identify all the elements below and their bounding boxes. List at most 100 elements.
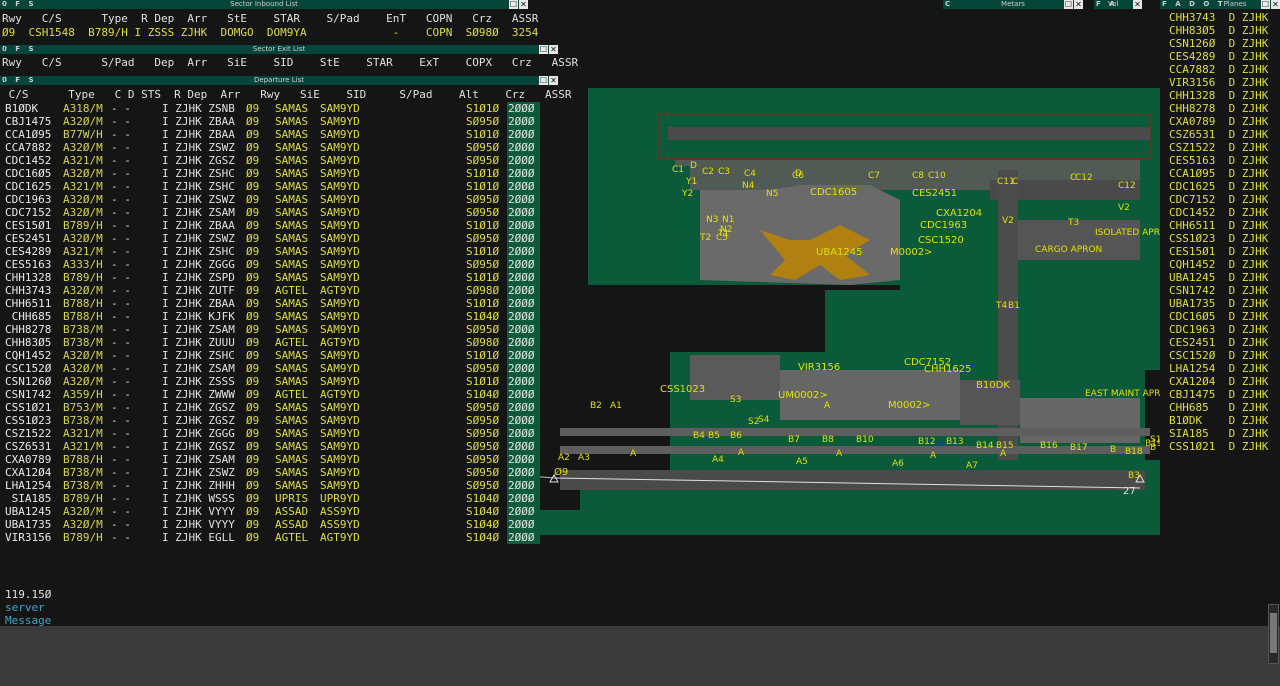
departure-row[interactable]: CSS1Ø23 B738/M - - I ZJHK ZGSZ Ø9 SAMAS SAM9YD… [0,414,540,427]
plane-item[interactable]: CES15Ø1 D ZJHK [1169,245,1268,258]
close-icon[interactable]: ✕ [519,0,528,9]
departure-row[interactable]: CSN1742 A359/H - - I ZJHK ZWWW Ø9 AGTEL AGT9YD… [0,388,540,401]
departure-row[interactable]: CHH1328 B789/H - - I ZJHK ZSPD Ø9 SAMAS SAM9YD… [0,271,540,284]
aircraft-tag[interactable]: CSC1520 [918,235,964,246]
message-input-area[interactable] [0,626,1280,686]
plane-item[interactable]: CSN126Ø D ZJHK [1169,37,1268,50]
departure-row[interactable]: CBJ1475 A32Ø/M - - I ZJHK ZBAA Ø9 SAMAS SAM9YD… [0,115,540,128]
plane-item[interactable]: CCA1Ø95 D ZJHK [1169,167,1268,180]
departure-row[interactable]: CHH83Ø5 B738/M - - I ZJHK ZUUU Ø9 AGTEL AGT9YD… [0,336,540,349]
plane-item[interactable]: B1ØDK D ZJHK [1169,414,1268,427]
departure-row[interactable]: B1ØDK A318/M - - I ZJHK ZSNB Ø9 SAMAS SAM9YD S1… [0,102,540,115]
plane-item[interactable]: CES2451 D ZJHK [1169,336,1268,349]
aircraft-tag[interactable]: VIR3156 [798,362,840,373]
expand-icon[interactable]: ☐ [539,45,548,54]
plane-item[interactable]: UBA1245 D ZJHK [1169,271,1268,284]
plane-item[interactable]: CSN1742 D ZJHK [1169,284,1268,297]
aircraft-tag[interactable]: CDC1605 [810,187,857,198]
plane-item[interactable]: SIA185 D ZJHK [1169,427,1268,440]
departure-row[interactable]: CDC16Ø5 A32Ø/M - - I ZJHK ZSHC Ø9 SAMAS SAM9YD… [0,167,540,180]
airport-map[interactable]: Ø9 27 CARGO APRON ISOLATED APRON EAST MA… [540,80,1160,540]
plane-item[interactable]: CDC16Ø5 D ZJHK [1169,310,1268,323]
plane-item[interactable]: LHA1254 D ZJHK [1169,362,1268,375]
aircraft-tag[interactable]: CXA1204 [936,208,982,219]
departure-row[interactable]: VIR3156 B789/H - - I ZJHK EGLL Ø9 AGTEL AGT9YD… [0,531,540,544]
departure-row[interactable]: CSZ1522 A321/M - - I ZJHK ZGGG Ø9 SAMAS SAM9YD… [0,427,540,440]
departure-list-titlebar[interactable]: 0 F S Departure List ☐ ✕ [0,76,558,85]
departure-row[interactable]: CXA0789 B788/H - - I ZJHK ZSAM Ø9 SAMAS SAM9YD… [0,453,540,466]
departure-row[interactable]: CCA1Ø95 B77W/H - - I ZJHK ZBAA Ø9 SAMAS SAM9YD… [0,128,540,141]
plane-item[interactable]: VIR3156 D ZJHK [1169,76,1268,89]
aircraft-tag[interactable]: M0002> [890,247,932,258]
plane-item[interactable]: UBA1735 D ZJHK [1169,297,1268,310]
departure-row[interactable]: CDC1625 A321/M - - I ZJHK ZSHC Ø9 SAMAS SAM9YD… [0,180,540,193]
plane-item[interactable]: CDC1452 D ZJHK [1169,206,1268,219]
departure-row[interactable]: CSN126Ø A32Ø/M - - I ZJHK ZSSS Ø9 SAMAS SAM9YD… [0,375,540,388]
departure-row[interactable]: CHH8278 B738/M - - I ZJHK ZSAM Ø9 SAMAS SAM9YD… [0,323,540,336]
departure-row[interactable]: CSZ6531 A321/M - - I ZJHK ZGSZ Ø9 SAMAS SAM9YD… [0,440,540,453]
expand-icon[interactable]: ☐ [509,0,518,9]
plane-item[interactable]: CSZ1522 D ZJHK [1169,141,1268,154]
inbound-list-titlebar[interactable]: 0 F S Sector Inbound List ☐ ✕ [0,0,528,9]
departure-row[interactable]: CES5163 A333/H - - I ZJHK ZGGG Ø9 SAMAS SAM9YD… [0,258,540,271]
plane-item[interactable]: CDC1963 D ZJHK [1169,323,1268,336]
plane-item[interactable]: CSZ6531 D ZJHK [1169,128,1268,141]
plane-item[interactable]: CCA7882 D ZJHK [1169,63,1268,76]
close-icon[interactable]: ✕ [1074,0,1083,9]
plane-item[interactable]: CHH685 D ZJHK [1169,401,1268,414]
expand-icon[interactable]: ☐ [1064,0,1073,9]
scrollbar[interactable] [1268,604,1279,664]
departure-row[interactable]: CES2451 A32Ø/M - - I ZJHK ZSWZ Ø9 SAMAS SAM9YD… [0,232,540,245]
departure-row[interactable]: LHA1254 B738/M - - I ZJHK ZHHH Ø9 SAMAS SAM9YD… [0,479,540,492]
departure-row[interactable]: CDC7152 A32Ø/M - - I ZJHK ZSAM Ø9 SAMAS SAM9YD… [0,206,540,219]
departure-row[interactable]: CHH6511 B788/H - - I ZJHK ZBAA Ø9 SAMAS SAM9YD… [0,297,540,310]
aircraft-tag[interactable]: UM0002> [778,390,828,401]
aircraft-tag[interactable]: CSS1023 [660,384,705,395]
plane-item[interactable]: CHH83Ø5 D ZJHK [1169,24,1268,37]
plane-item[interactable]: CES4289 D ZJHK [1169,50,1268,63]
departure-row[interactable]: CSC152Ø A32Ø/M - - I ZJHK ZSAM Ø9 SAMAS SAM9YD… [0,362,540,375]
plane-item[interactable]: CHH8278 D ZJHK [1169,102,1268,115]
departure-row[interactable]: CCA7882 A32Ø/M - - I ZJHK ZSWZ Ø9 SAMAS SAM9YD… [0,141,540,154]
aircraft-tag[interactable]: M0002> [888,400,930,411]
plane-item[interactable]: CHH6511 D ZJHK [1169,219,1268,232]
departure-row[interactable]: CHH685 B788/H - - I ZJHK KJFK Ø9 SAMAS SAM9YD S… [0,310,540,323]
plane-item[interactable]: CES5163 D ZJHK [1169,154,1268,167]
aircraft-tag[interactable]: UBA1245 [816,247,862,258]
exit-list-titlebar[interactable]: 0 F S Sector Exit List ☐ ✕ [0,45,558,54]
plane-item[interactable]: CSC152Ø D ZJHK [1169,349,1268,362]
departure-row[interactable]: UBA1735 A32Ø/M - - I ZJHK VYYY Ø9 ASSAD ASS9YD… [0,518,540,531]
plane-item[interactable]: CDC7152 D ZJHK [1169,193,1268,206]
close-icon[interactable]: ✕ [549,45,558,54]
plane-item[interactable]: CDC1625 D ZJHK [1169,180,1268,193]
departure-row[interactable]: CDC1452 A321/M - - I ZJHK ZGSZ Ø9 SAMAS SAM9YD… [0,154,540,167]
departure-row[interactable]: UBA1245 A32Ø/M - - I ZJHK VYYY Ø9 ASSAD ASS9YD… [0,505,540,518]
departure-row[interactable]: SIA185 B789/H - - I ZJHK WSSS Ø9 UPRIS UPR9YD S… [0,492,540,505]
aircraft-tag[interactable]: B10DK [976,380,1010,391]
plane-item[interactable]: CBJ1475 D ZJHK [1169,388,1268,401]
plane-item[interactable]: CHH1328 D ZJHK [1169,89,1268,102]
plane-item[interactable]: CSS1Ø21 D ZJHK [1169,440,1268,453]
inbound-list-row[interactable]: Ø9 CSH1548 B789/H I ZSSS ZJHK DOMGO DOM9… [2,26,538,39]
aircraft-tag[interactable]: CES2451 [912,188,957,199]
departure-row[interactable]: CXA12Ø4 B738/M - - I ZJHK ZSWZ Ø9 SAMAS SAM9YD… [0,466,540,479]
departure-row[interactable]: CES4289 A321/M - - I ZJHK ZSHC Ø9 SAMAS SAM9YD… [0,245,540,258]
departure-row[interactable]: CES15Ø1 B789/H - - I ZJHK ZBAA Ø9 SAMAS SAM9YD… [0,219,540,232]
scrollbar-thumb[interactable] [1270,613,1277,653]
plane-item[interactable]: CQH1452 D ZJHK [1169,258,1268,271]
close-icon[interactable]: ✕ [1133,0,1142,9]
plane-item[interactable]: CXA12Ø4 D ZJHK [1169,375,1268,388]
vol-titlebar[interactable]: F A Vol ✕ [1094,0,1142,9]
close-icon[interactable]: ✕ [1271,0,1280,9]
expand-icon[interactable]: ☐ [1261,0,1270,9]
departure-row[interactable]: CDC1963 A32Ø/M - - I ZJHK ZSWZ Ø9 SAMAS SAM9YD… [0,193,540,206]
plane-item[interactable]: CSS1Ø23 D ZJHK [1169,232,1268,245]
metars-titlebar[interactable]: C Metars ☐ ✕ [943,0,1083,9]
plane-item[interactable]: CHH3743 D ZJHK [1169,11,1268,24]
departure-row[interactable]: CHH3743 A32Ø/M - - I ZJHK ZUTF Ø9 AGTEL AGT9YD… [0,284,540,297]
departure-row[interactable]: CQH1452 A32Ø/M - - I ZJHK ZSHC Ø9 SAMAS SAM9YD… [0,349,540,362]
aircraft-tag[interactable]: CDC1963 [920,220,967,231]
plane-item[interactable]: CXA0789 D ZJHK [1169,115,1268,128]
planes-titlebar[interactable]: F A D O T Planes ☐ ✕ [1160,0,1280,9]
aircraft-tag[interactable]: CHH1625 [924,364,971,375]
